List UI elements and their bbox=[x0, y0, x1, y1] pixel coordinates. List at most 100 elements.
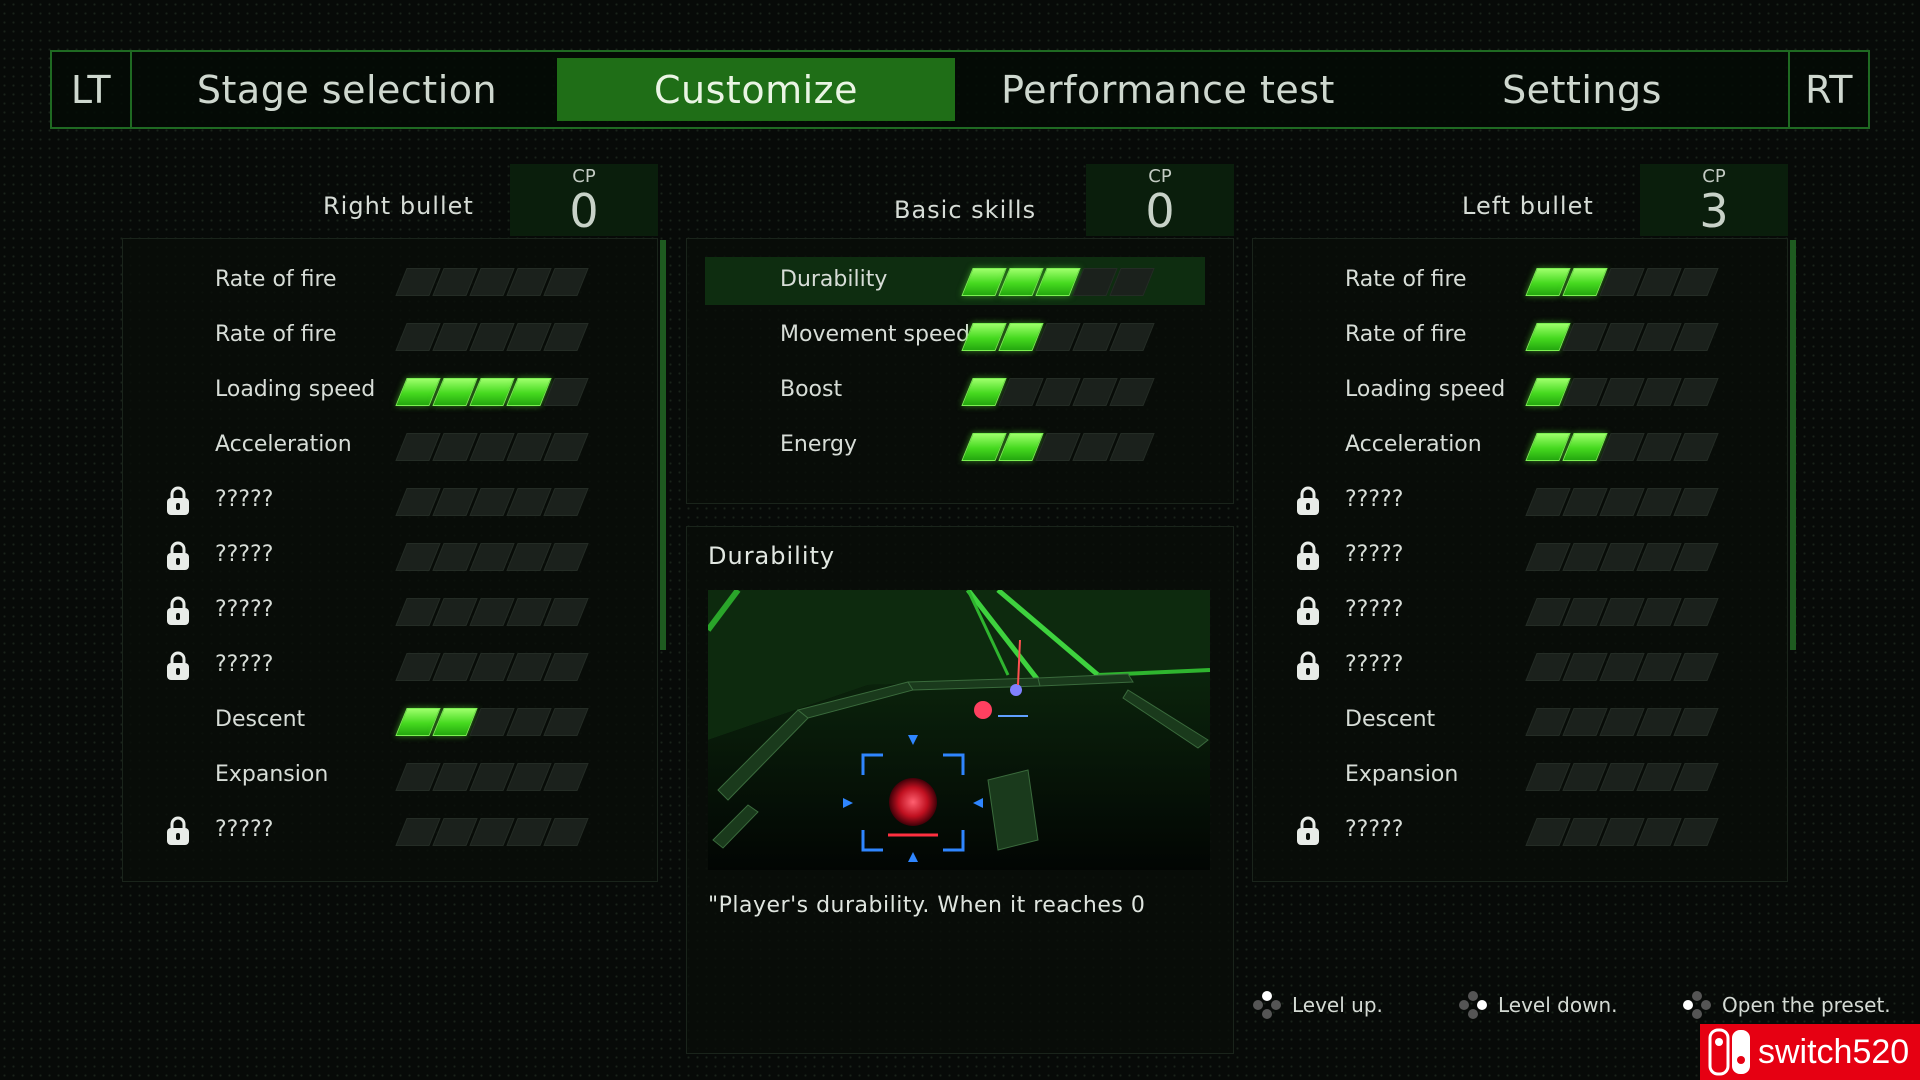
skill-label: ????? bbox=[1345, 597, 1404, 622]
level-segment-empty bbox=[1673, 708, 1719, 736]
left-panel-row[interactable]: ????? bbox=[1253, 532, 1787, 580]
skill-preview-image bbox=[708, 590, 1210, 870]
level-segment-empty bbox=[1109, 323, 1155, 351]
lock-icon bbox=[1293, 540, 1323, 572]
level-segment-empty bbox=[543, 268, 589, 296]
skill-label: Durability bbox=[780, 267, 888, 292]
skill-level-bar bbox=[1525, 708, 1719, 736]
skill-level-bar bbox=[961, 323, 1155, 351]
basic-skills-cp-value: 0 bbox=[1145, 184, 1175, 238]
skill-info-description: "Player's durability. When it reaches 0 bbox=[708, 893, 1146, 918]
lock-icon bbox=[163, 595, 193, 627]
skill-level-bar bbox=[1525, 268, 1719, 296]
level-segment-empty bbox=[1673, 488, 1719, 516]
level-segment-empty bbox=[1673, 818, 1719, 846]
skill-level-bar bbox=[1525, 323, 1719, 351]
skill-label: Descent bbox=[1345, 707, 1436, 732]
lock-icon bbox=[163, 540, 193, 572]
right-panel-row[interactable]: Rate of fire bbox=[123, 257, 657, 305]
left-panel-row[interactable]: Loading speed bbox=[1253, 367, 1787, 415]
left-panel-row[interactable]: Rate of fire bbox=[1253, 257, 1787, 305]
right-panel-row[interactable]: Loading speed bbox=[123, 367, 657, 415]
skill-level-bar bbox=[961, 378, 1155, 406]
skill-level-bar bbox=[1525, 488, 1719, 516]
left-panel-row[interactable]: Rate of fire bbox=[1253, 312, 1787, 360]
left-panel-row[interactable]: ????? bbox=[1253, 807, 1787, 855]
right-panel-row[interactable]: ????? bbox=[123, 477, 657, 525]
skill-label: ????? bbox=[1345, 652, 1404, 677]
skill-level-bar bbox=[395, 818, 589, 846]
skill-label: Descent bbox=[215, 707, 306, 732]
level-segment-empty bbox=[543, 323, 589, 351]
right-panel-row[interactable]: Expansion bbox=[123, 752, 657, 800]
right-panel-row[interactable]: Acceleration bbox=[123, 422, 657, 470]
skill-level-bar bbox=[395, 488, 589, 516]
hint-open-preset: Open the preset. bbox=[1682, 990, 1891, 1020]
level-segment-empty bbox=[1673, 268, 1719, 296]
right-panel-row[interactable]: ????? bbox=[123, 532, 657, 580]
right-panel-row[interactable]: ????? bbox=[123, 587, 657, 635]
skill-info-title: Durability bbox=[708, 542, 836, 570]
skill-label: Acceleration bbox=[215, 432, 352, 457]
right-panel-row[interactable]: Descent bbox=[123, 697, 657, 745]
skill-level-bar bbox=[1525, 543, 1719, 571]
lock-icon bbox=[1293, 485, 1323, 517]
skill-label: ????? bbox=[1345, 542, 1404, 567]
right-panel-row[interactable]: Rate of fire bbox=[123, 312, 657, 360]
skill-label: ????? bbox=[1345, 487, 1404, 512]
right-panel-row[interactable]: ????? bbox=[123, 642, 657, 690]
skill-level-bar bbox=[395, 433, 589, 461]
skill-level-bar bbox=[395, 323, 589, 351]
left-bullet-cp-box: CP 3 bbox=[1640, 164, 1788, 236]
left-panel-row[interactable]: Expansion bbox=[1253, 752, 1787, 800]
hint-level-up-text: Level up. bbox=[1292, 993, 1383, 1017]
tab-prev-lt[interactable]: LT bbox=[52, 52, 132, 127]
skill-level-bar bbox=[961, 433, 1155, 461]
tab-performance-test[interactable]: Performance test bbox=[962, 52, 1374, 127]
level-segment-empty bbox=[543, 598, 589, 626]
skill-level-bar bbox=[1525, 433, 1719, 461]
basic-skills-cp-box: CP 0 bbox=[1086, 164, 1234, 236]
skill-label: ????? bbox=[215, 597, 274, 622]
right-panel-row[interactable]: ????? bbox=[123, 807, 657, 855]
watermark: switch520 bbox=[1700, 1024, 1920, 1080]
skill-label: Loading speed bbox=[215, 377, 376, 402]
left-panel-row[interactable]: ????? bbox=[1253, 642, 1787, 690]
skill-label: Movement speed bbox=[780, 322, 970, 347]
skill-level-bar bbox=[395, 708, 589, 736]
level-segment-empty bbox=[543, 708, 589, 736]
basic-panel-row[interactable]: Durability bbox=[705, 257, 1205, 305]
tab-customize[interactable]: Customize bbox=[557, 58, 955, 121]
left-panel-row[interactable]: ????? bbox=[1253, 477, 1787, 525]
preview-scene bbox=[708, 590, 1210, 870]
lock-icon bbox=[1293, 650, 1323, 682]
skill-label: ????? bbox=[215, 817, 274, 842]
tab-settings[interactable]: Settings bbox=[1377, 52, 1787, 127]
skill-label: Expansion bbox=[215, 762, 329, 787]
basic-panel-row[interactable]: Energy bbox=[687, 422, 1233, 470]
tab-next-rt[interactable]: RT bbox=[1788, 52, 1868, 127]
lock-icon bbox=[163, 485, 193, 517]
level-segment-empty bbox=[1673, 433, 1719, 461]
lock-icon bbox=[1293, 595, 1323, 627]
right-bullet-scrollbar[interactable] bbox=[660, 240, 666, 650]
level-segment-empty bbox=[543, 488, 589, 516]
skill-level-bar bbox=[1525, 598, 1719, 626]
hint-open-preset-text: Open the preset. bbox=[1722, 993, 1891, 1017]
skill-label: Loading speed bbox=[1345, 377, 1506, 402]
skill-label: Boost bbox=[780, 377, 843, 402]
skill-level-bar bbox=[395, 653, 589, 681]
skill-label: Acceleration bbox=[1345, 432, 1482, 457]
left-bullet-scrollbar[interactable] bbox=[1790, 240, 1796, 650]
tab-stage-selection[interactable]: Stage selection bbox=[142, 52, 552, 127]
right-bullet-panel: Rate of fire Rate of fire Loading speed Acc… bbox=[122, 238, 658, 882]
basic-panel-row[interactable]: Movement speed bbox=[687, 312, 1233, 360]
left-panel-row[interactable]: ????? bbox=[1253, 587, 1787, 635]
level-segment-empty bbox=[1673, 323, 1719, 351]
skill-label: ????? bbox=[215, 542, 274, 567]
hint-level-down-text: Level down. bbox=[1498, 993, 1618, 1017]
basic-panel-row[interactable]: Boost bbox=[687, 367, 1233, 415]
left-panel-row[interactable]: Descent bbox=[1253, 697, 1787, 745]
level-segment-empty bbox=[1673, 598, 1719, 626]
left-panel-row[interactable]: Acceleration bbox=[1253, 422, 1787, 470]
